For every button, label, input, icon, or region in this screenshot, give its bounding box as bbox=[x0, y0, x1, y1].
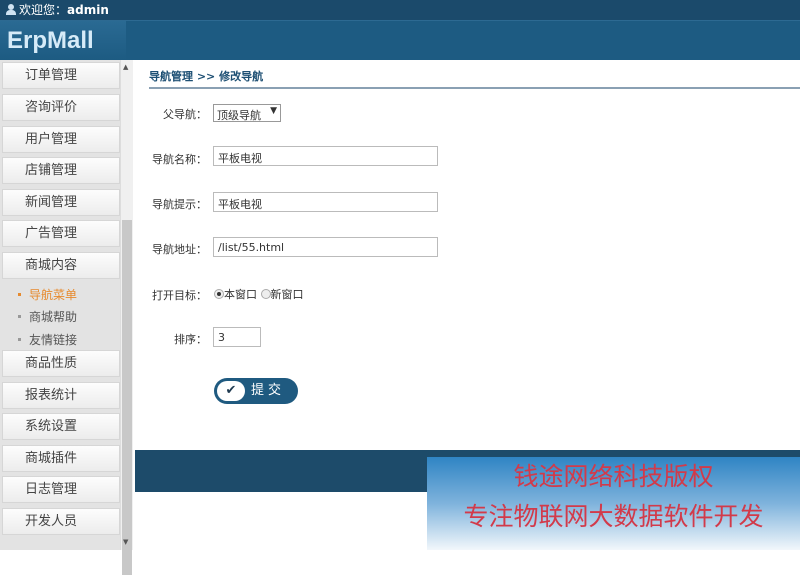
user-icon bbox=[6, 4, 16, 15]
watermark: 钱途网络科技版权专注物联网大数据软件开发 bbox=[427, 457, 800, 550]
username: admin bbox=[67, 3, 109, 17]
order-label: 排序： bbox=[174, 333, 207, 346]
parent-value: 顶级导航 bbox=[217, 109, 261, 122]
submit-label: 提交 bbox=[251, 383, 286, 398]
scroll-up-icon[interactable]: ▲ bbox=[123, 63, 128, 71]
sidebar-item-settings[interactable]: 系统设置 bbox=[2, 413, 120, 440]
sidebar-item-users[interactable]: 用户管理 bbox=[2, 126, 120, 153]
watermark-line1: 钱途网络科技版权 bbox=[513, 462, 714, 491]
url-label: 导航地址： bbox=[152, 243, 207, 256]
target-label: 打开目标： bbox=[152, 289, 207, 302]
sidebar-item-reviews[interactable]: 咨询评价 bbox=[2, 94, 120, 121]
target-radio-group: 本窗口 新窗口 bbox=[214, 286, 304, 302]
sidebar-sub-nav-menu[interactable]: 导航菜单 bbox=[18, 286, 77, 303]
top-bar: 欢迎您：admin bbox=[0, 0, 800, 21]
sidebar-sub-links[interactable]: 友情链接 bbox=[18, 331, 77, 348]
radio-self[interactable] bbox=[214, 289, 224, 299]
dropdown-arrow-icon: ▼ bbox=[270, 106, 277, 116]
watermark-line2: 专注物联网大数据软件开发 bbox=[463, 502, 764, 531]
radio-new[interactable] bbox=[260, 289, 271, 299]
sidebar-item-product-props[interactable]: 商品性质 bbox=[2, 350, 120, 377]
tip-label: 导航提示： bbox=[152, 198, 207, 211]
scrollbar-thumb[interactable] bbox=[122, 220, 132, 575]
check-icon: ✔ bbox=[217, 381, 245, 401]
sidebar-item-reports[interactable]: 报表统计 bbox=[2, 382, 120, 409]
sidebar-item-ads[interactable]: 广告管理 bbox=[2, 220, 120, 247]
divider bbox=[149, 87, 800, 89]
sidebar-item-developers[interactable]: 开发人员 bbox=[2, 508, 120, 535]
order-input[interactable]: 3 bbox=[213, 327, 261, 347]
radio-new-label[interactable]: 新窗口 bbox=[271, 288, 304, 301]
logo: ErpMall bbox=[0, 21, 126, 60]
name-input[interactable]: 平板电视 bbox=[213, 146, 438, 166]
header: ErpMall bbox=[0, 21, 800, 60]
parent-label: 父导航： bbox=[163, 108, 207, 121]
radio-self-label[interactable]: 本窗口 bbox=[224, 288, 257, 301]
parent-select[interactable]: 顶级导航 ▼ bbox=[213, 104, 281, 122]
sidebar-item-stores[interactable]: 店铺管理 bbox=[2, 157, 120, 184]
sidebar-item-plugins[interactable]: 商城插件 bbox=[2, 445, 120, 472]
name-label: 导航名称： bbox=[152, 153, 207, 166]
sidebar-item-mall-content[interactable]: 商城内容 bbox=[2, 252, 120, 279]
main-content: 导航管理 >> 修改导航 父导航： 顶级导航 ▼ 导航名称： 平板电视 导航提示：… bbox=[135, 60, 800, 450]
submit-button[interactable]: ✔ 提交 bbox=[214, 378, 298, 404]
scroll-down-icon[interactable]: ▼ bbox=[123, 538, 128, 546]
sidebar-sub-help[interactable]: 商城帮助 bbox=[18, 308, 77, 325]
sidebar-scrollbar[interactable]: ▲ ▼ bbox=[120, 60, 133, 575]
tip-input[interactable]: 平板电视 bbox=[213, 192, 438, 212]
sidebar: 订单管理 咨询评价 用户管理 店铺管理 新闻管理 广告管理 商城内容 导航菜单 … bbox=[0, 60, 120, 550]
welcome-text: 欢迎您： bbox=[19, 3, 68, 17]
url-input[interactable]: /list/55.html bbox=[213, 237, 438, 257]
sidebar-item-orders[interactable]: 订单管理 bbox=[2, 62, 120, 89]
breadcrumb: 导航管理 >> 修改导航 bbox=[149, 70, 264, 83]
sidebar-item-logs[interactable]: 日志管理 bbox=[2, 476, 120, 503]
sidebar-item-news[interactable]: 新闻管理 bbox=[2, 189, 120, 216]
